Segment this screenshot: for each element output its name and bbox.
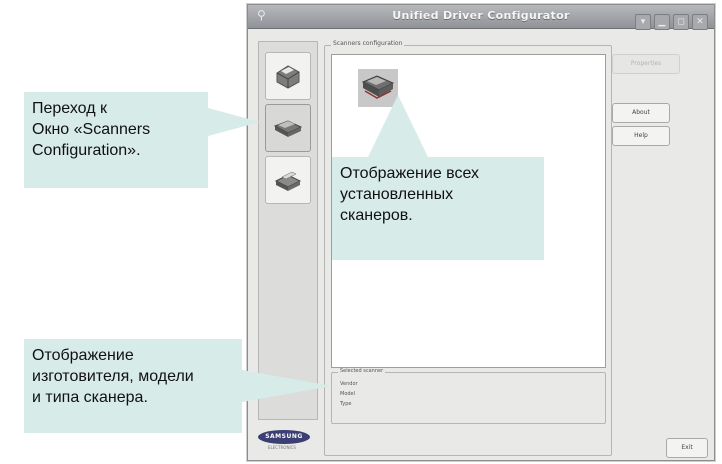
callout-line: Отображение всех: [340, 165, 480, 182]
minimize-button[interactable]: ▁: [654, 14, 670, 30]
vendor-label: Vendor: [340, 381, 358, 387]
callout-line: Configuration».: [32, 142, 141, 159]
callout-line: и типа сканера.: [32, 389, 148, 406]
scanners-config-button[interactable]: [265, 104, 311, 152]
group-title: Scanners configuration: [331, 40, 405, 47]
callout-pointer: [208, 108, 260, 136]
callout-installed-scanners: Отображение всех установленных сканеров.: [332, 157, 544, 260]
callout-line: установленных: [340, 186, 454, 203]
callout-pointer: [368, 95, 428, 157]
selected-scanner-group: Selected scanner Vendor Model Type: [331, 368, 606, 424]
about-button[interactable]: About: [612, 103, 670, 123]
model-label: Model: [340, 391, 356, 397]
callout-scanners-tab: Переход к Окно «Scanners Configuration».: [24, 92, 208, 188]
title-bar[interactable]: ⚲ Unified Driver Configurator ▾ ▁ ◻ ✕: [248, 5, 714, 30]
callout-pointer: [242, 370, 332, 402]
samsung-logo: SAMSUNG ELECTRONICS: [258, 430, 316, 454]
samsung-logo-sub: ELECTRONICS: [268, 445, 296, 450]
exit-button[interactable]: Exit: [666, 438, 708, 458]
port-icon: [274, 171, 302, 191]
type-label: Type: [340, 401, 352, 407]
samsung-logo-mark: SAMSUNG: [258, 430, 310, 444]
callout-line: изготовителя, модели: [32, 368, 194, 385]
configuration-sidebar: [258, 41, 318, 420]
help-button[interactable]: Help: [612, 126, 670, 146]
printer-icon: [276, 65, 300, 89]
close-button[interactable]: ✕: [692, 14, 708, 30]
printers-config-button[interactable]: [265, 52, 311, 100]
callout-selected-scanner: Отображение изготовителя, модели и типа …: [24, 339, 242, 433]
callout-line: Отображение: [32, 347, 134, 364]
callout-line: Переход к: [32, 100, 107, 117]
properties-button[interactable]: Properties: [612, 54, 680, 74]
scanner-icon: [273, 120, 303, 137]
selected-scanner-title: Selected scanner: [338, 368, 386, 374]
callout-line: Окно «Scanners: [32, 121, 151, 138]
maximize-button[interactable]: ◻: [673, 14, 689, 30]
shade-button[interactable]: ▾: [635, 14, 651, 30]
callout-line: сканеров.: [340, 207, 413, 224]
ports-config-button[interactable]: [265, 156, 311, 204]
window-controls: ▾ ▁ ◻ ✕: [632, 9, 708, 30]
